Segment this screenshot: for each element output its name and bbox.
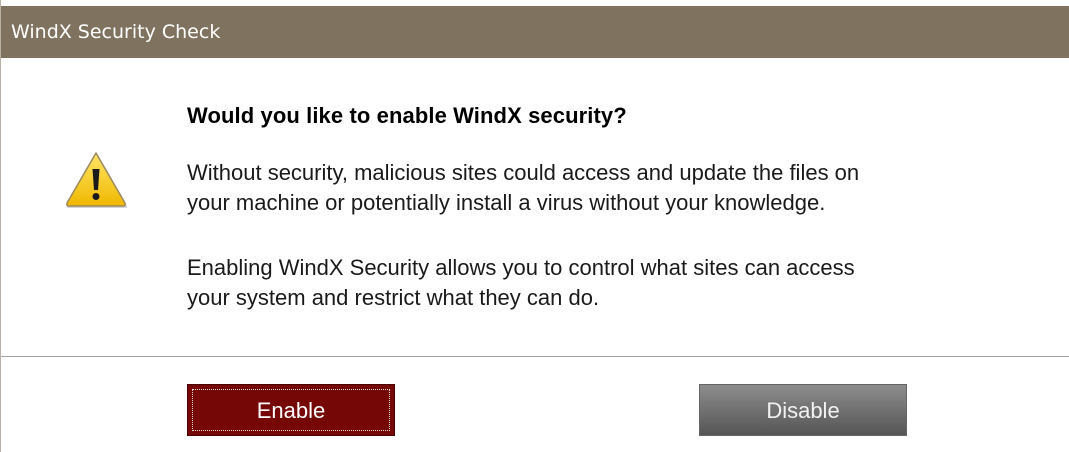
- title-bar[interactable]: WindX Security Check: [1, 6, 1069, 58]
- paragraph-line: your machine or potentially install a vi…: [187, 190, 826, 215]
- warning-icon: [66, 152, 128, 208]
- paragraph-line: Without security, malicious sites could …: [187, 160, 860, 185]
- enable-button-label: Enable: [256, 398, 326, 423]
- explanation-paragraph: Enabling WindX Security allows you to co…: [187, 253, 1047, 313]
- window-title: WindX Security Check: [11, 21, 221, 43]
- paragraph-line: Enabling WindX Security allows you to co…: [187, 255, 855, 280]
- enable-button[interactable]: Enable: [187, 384, 395, 436]
- disable-button-label: Disable: [766, 398, 840, 423]
- description-paragraph: Without security, malicious sites could …: [187, 158, 1047, 218]
- disable-button[interactable]: Disable: [699, 384, 907, 436]
- paragraph-line: your system and restrict what they can d…: [187, 285, 600, 310]
- dialog-heading: Would you like to enable WindX security?: [187, 103, 627, 128]
- security-dialog: WindX Security Check Would you like to e…: [0, 0, 1069, 452]
- separator: [1, 356, 1069, 357]
